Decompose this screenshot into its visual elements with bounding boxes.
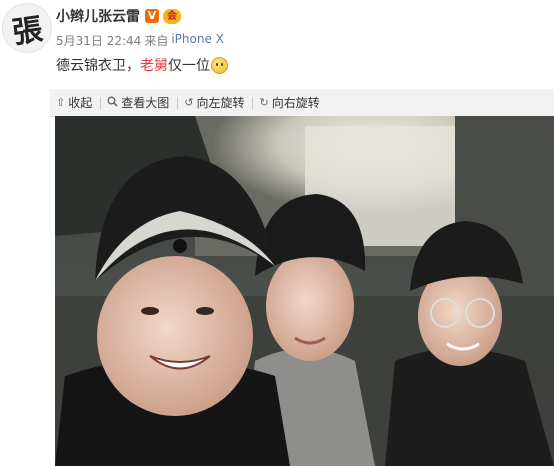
post-text-end: 仅一位 [168,58,210,74]
source-prefix: 来自 [144,34,169,48]
image-toolbar: ⇧ 收起 查看大图 ↺ 向左旋转 ↻ 向右旋转 [50,89,554,117]
post-date[interactable]: 5月31日 22:44 [56,32,141,49]
rotate-left-button[interactable]: ↺ 向左旋转 [178,94,252,111]
arrow-up-icon: ⇧ [56,96,66,109]
post-meta: 5月31日 22:44 来自 iPhone X [56,32,550,49]
rotate-left-label: 向左旋转 [196,96,245,110]
post-text-highlight[interactable]: 老舅 [140,55,168,75]
post-photo[interactable] [55,116,554,466]
view-large-button[interactable]: 查看大图 [101,94,177,111]
collapse-button[interactable]: ⇧ 收起 [50,94,100,111]
magnifier-icon [107,96,118,110]
author-name[interactable]: 小辫儿张云雷 [56,6,140,26]
smile-emoji-icon [211,56,228,74]
author-row: 小辫儿张云雷 V 会 [56,5,550,27]
avatar-glyph: 張 [10,12,45,51]
rotate-right-icon: ↻ [259,96,269,109]
verified-badge-icon[interactable]: V [145,9,159,23]
vip-badge-icon[interactable]: 会 [163,8,181,24]
rotate-left-icon: ↺ [184,96,194,109]
post-text: 德云锦衣卫， 老舅 仅一位 [56,55,550,75]
collapse-label: 收起 [68,96,93,110]
source-device[interactable]: iPhone X [171,32,224,49]
rotate-right-button[interactable]: ↻ 向右旋转 [253,94,327,111]
post-header: 小辫儿张云雷 V 会 5月31日 22:44 来自 iPhone X 德云锦衣卫… [56,5,550,75]
view-large-label: 查看大图 [121,96,170,110]
photo-illustration [55,116,554,466]
avatar[interactable]: 張 [2,3,52,53]
rotate-right-label: 向右旋转 [271,96,320,110]
post-text-start: 德云锦衣卫， [56,58,140,74]
